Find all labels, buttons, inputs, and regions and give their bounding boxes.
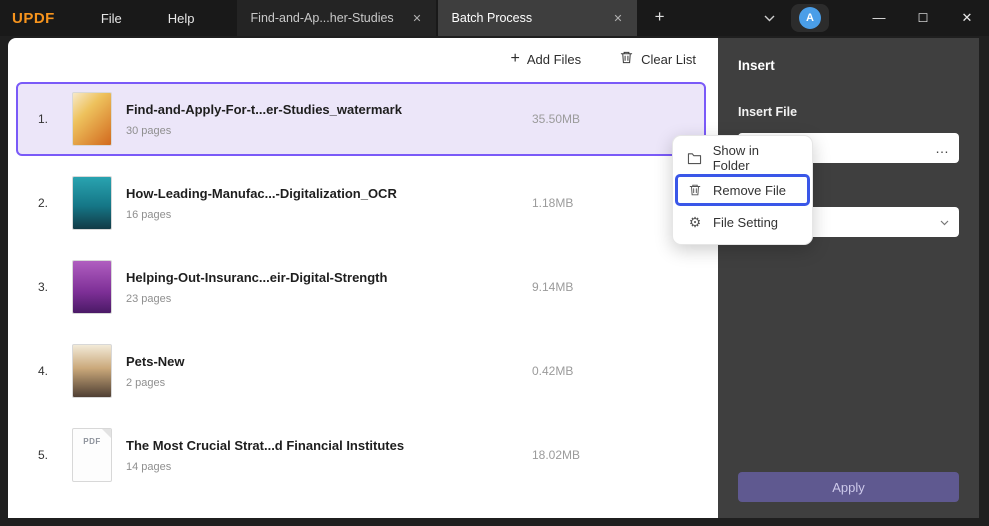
tab-label: Find-and-Ap...her-Studies (251, 11, 394, 25)
maximize-button[interactable]: ☐ (901, 0, 945, 36)
file-name: Pets-New (126, 354, 185, 369)
menu-help[interactable]: Help (168, 11, 195, 26)
file-pages: 30 pages (126, 125, 402, 137)
file-name: How-Leading-Manufac...-Digitalization_OC… (126, 186, 397, 201)
folder-icon (687, 152, 703, 165)
account-button[interactable]: A (791, 4, 829, 32)
ellipsis-icon[interactable]: … (935, 140, 949, 156)
file-thumbnail (72, 344, 112, 398)
file-size: 18.02MB (532, 448, 580, 462)
minimize-button[interactable]: — (857, 0, 901, 36)
file-thumbnail: PDF (72, 428, 112, 482)
list-toolbar: + Add Files Clear List (8, 38, 718, 80)
file-size: 0.42MB (532, 364, 573, 378)
file-name: Helping-Out-Insuranc...eir-Digital-Stren… (126, 270, 387, 285)
menu-file[interactable]: File (101, 11, 122, 26)
file-row-4[interactable]: 4. Pets-New 2 pages 0.42MB (16, 334, 706, 408)
file-name: Find-and-Apply-For-t...er-Studies_waterm… (126, 102, 402, 117)
file-thumbnail (72, 176, 112, 230)
add-files-button[interactable]: + Add Files (511, 51, 582, 67)
tab-batch-process[interactable]: Batch Process ✕ (438, 0, 637, 36)
file-context-menu: Show in Folder Remove File ⚙ File Settin… (672, 135, 813, 245)
titlebar-right: A — ☐ ✕ (747, 0, 989, 36)
file-row-3[interactable]: 3. Helping-Out-Insuranc...eir-Digital-St… (16, 250, 706, 324)
menu-item-label: File Setting (713, 215, 778, 230)
pdf-thumbnail-label: PDF (73, 437, 111, 446)
menu-item-label: Show in Folder (713, 143, 798, 173)
tab-bar: Find-and-Ap...her-Studies ✕ Batch Proces… (237, 0, 681, 36)
file-pages: 14 pages (126, 461, 404, 473)
updf-logo: UPDF (12, 10, 55, 27)
file-thumbnail (72, 92, 112, 146)
file-size: 9.14MB (532, 280, 573, 294)
close-icon[interactable]: ✕ (412, 12, 421, 25)
chevron-down-icon[interactable] (747, 0, 791, 36)
file-index: 5. (38, 448, 64, 462)
file-index: 4. (38, 364, 64, 378)
chevron-down-icon (940, 213, 949, 231)
file-pages: 23 pages (126, 293, 387, 305)
file-row-1[interactable]: 1. Find-and-Apply-For-t...er-Studies_wat… (16, 82, 706, 156)
file-row-5[interactable]: 5. PDF The Most Crucial Strat...d Financ… (16, 418, 706, 492)
file-index: 1. (38, 112, 64, 126)
file-pages: 2 pages (126, 377, 185, 389)
menu-item-file-setting[interactable]: ⚙ File Setting (673, 206, 812, 238)
clear-list-label: Clear List (641, 52, 696, 67)
close-button[interactable]: ✕ (945, 0, 989, 36)
menu-item-remove-file[interactable]: Remove File (675, 174, 810, 206)
trash-icon (687, 183, 703, 197)
titlebar: UPDF File Help Find-and-Ap...her-Studies… (0, 0, 989, 36)
file-name: The Most Crucial Strat...d Financial Ins… (126, 438, 404, 453)
insert-panel: Insert Insert File … Apply (718, 38, 979, 518)
clear-list-button[interactable]: Clear List (619, 50, 696, 68)
add-files-label: Add Files (527, 52, 581, 67)
trash-icon (619, 50, 634, 68)
menu-item-show-in-folder[interactable]: Show in Folder (673, 142, 812, 174)
file-pages: 16 pages (126, 209, 397, 221)
file-row-2[interactable]: 2. How-Leading-Manufac...-Digitalization… (16, 166, 706, 240)
file-index: 2. (38, 196, 64, 210)
panel-title: Insert (738, 58, 959, 73)
apply-button[interactable]: Apply (738, 472, 959, 502)
content-area: + Add Files Clear List 1. Find-and-Apply… (0, 36, 989, 526)
file-size: 1.18MB (532, 196, 573, 210)
batch-file-list-panel: + Add Files Clear List 1. Find-and-Apply… (8, 38, 718, 518)
file-thumbnail (72, 260, 112, 314)
insert-file-label: Insert File (738, 105, 959, 119)
tab-label: Batch Process (452, 11, 533, 25)
app-window: UPDF File Help Find-and-Ap...her-Studies… (0, 0, 989, 526)
menu-item-label: Remove File (713, 183, 786, 198)
tab-find-and-apply[interactable]: Find-and-Ap...her-Studies ✕ (237, 0, 436, 36)
avatar: A (799, 7, 821, 29)
file-size: 35.50MB (532, 112, 580, 126)
file-rows: 1. Find-and-Apply-For-t...er-Studies_wat… (8, 80, 718, 492)
file-index: 3. (38, 280, 64, 294)
gear-icon: ⚙ (687, 215, 703, 229)
close-icon[interactable]: ✕ (613, 12, 622, 25)
new-tab-button[interactable]: + (639, 0, 681, 36)
plus-icon: + (511, 51, 520, 67)
